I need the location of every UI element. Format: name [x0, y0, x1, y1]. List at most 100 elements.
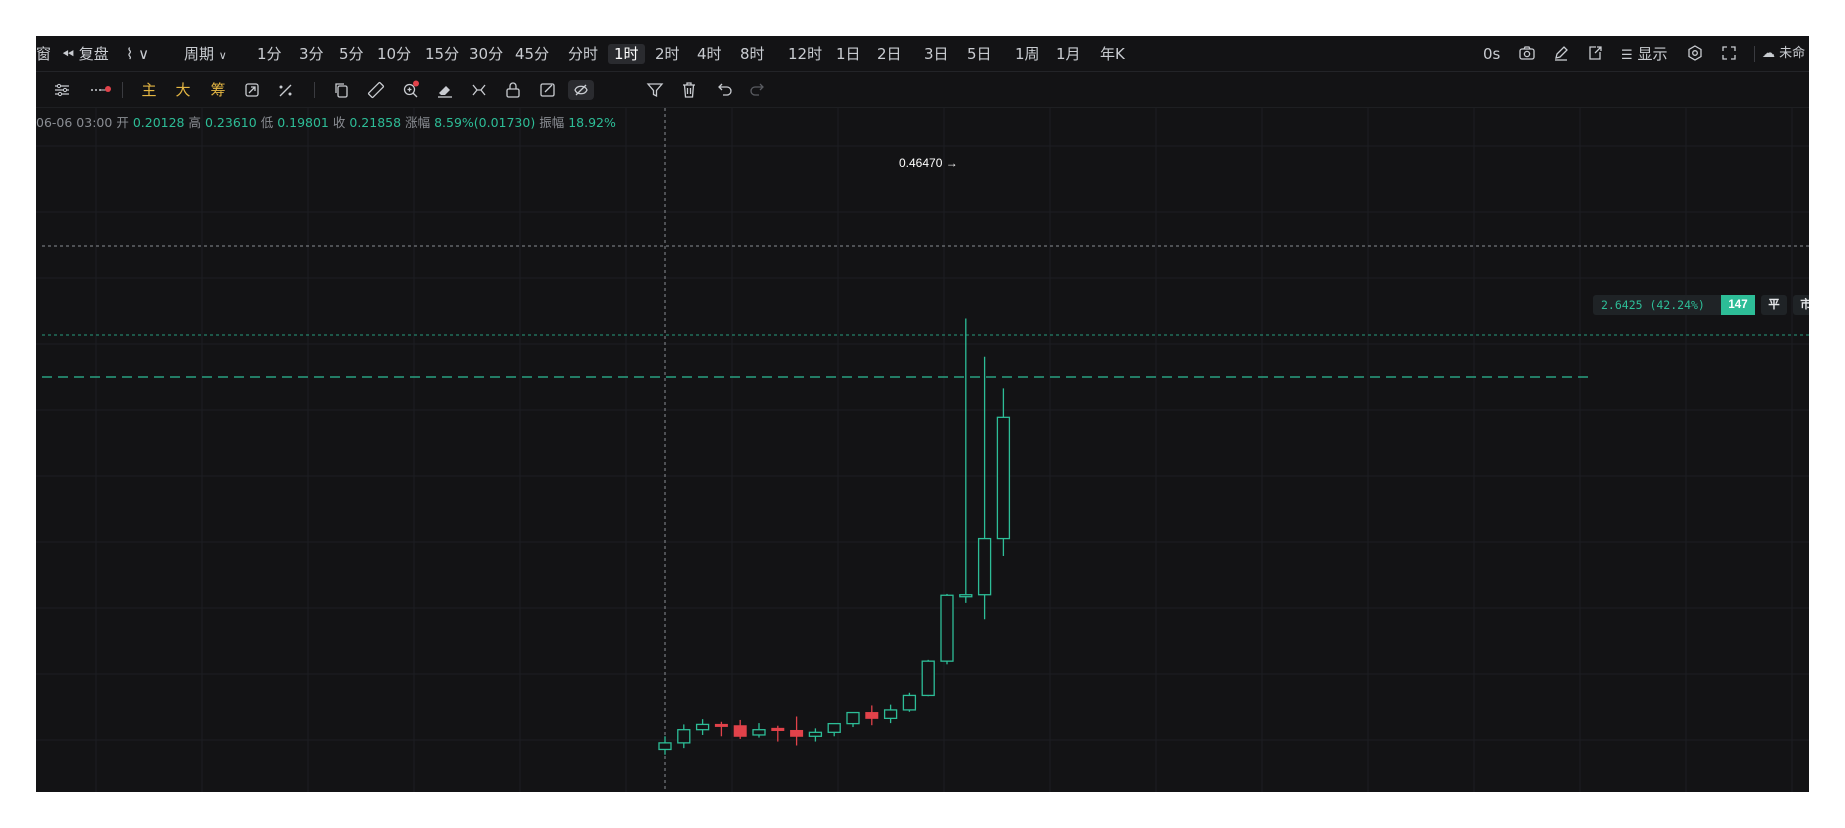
indicator-template-button[interactable]: ⌇ ∨ — [126, 44, 149, 64]
interval-tab[interactable]: 1分 — [257, 44, 282, 64]
interval-tab[interactable]: 2日 — [877, 44, 902, 64]
close-position-button[interactable]: 平 — [1761, 295, 1787, 315]
candle-body — [827, 722, 841, 733]
top-toolbar: 窗 ⏪︎ 复盘 ⌇ ∨ 周期 ∨ 1分 3分 5分 10分 15分 30分 45分 分时 1时 2… — [36, 36, 1809, 72]
big-order-toggle[interactable]: 大 — [174, 80, 192, 100]
sliders-icon[interactable] — [52, 80, 72, 100]
low-value: 0.19801 — [277, 115, 329, 130]
chevron-down-icon: ∨ — [138, 45, 150, 63]
camera-icon[interactable] — [1518, 44, 1536, 67]
candle-body — [846, 711, 860, 725]
lock-icon[interactable] — [503, 80, 523, 100]
divider — [122, 82, 123, 98]
high-label: 高 — [188, 115, 202, 130]
close-value: 0.21858 — [349, 115, 402, 130]
compare-icon[interactable] — [242, 80, 262, 100]
amplitude-label: 振幅 — [539, 115, 565, 130]
interval-tab[interactable]: 12时 — [788, 44, 822, 64]
interval-tab[interactable]: 1时 — [608, 44, 645, 64]
candle-body — [921, 660, 935, 697]
interval-tab[interactable]: 30分 — [469, 44, 503, 64]
open-value: 0.20128 — [132, 115, 185, 130]
candle-body — [996, 416, 1011, 540]
display-menu-button[interactable]: ☰ 显示 — [1621, 44, 1667, 66]
candle-body — [977, 537, 992, 596]
interval-tab[interactable]: 10分 — [377, 44, 411, 64]
ruler-icon[interactable] — [366, 80, 386, 100]
redo-icon[interactable] — [748, 80, 768, 100]
high-value: 0.23610 — [205, 115, 257, 130]
layout-cloud-button[interactable]: ☁︎ 未命 — [1762, 44, 1805, 64]
eraser-icon[interactable] — [435, 80, 455, 100]
candle-body — [808, 731, 823, 737]
copy-icon[interactable] — [332, 80, 352, 100]
indicator-template-icon: ⌇ — [126, 45, 134, 63]
amplitude-value: 18.92% — [568, 115, 616, 130]
interval-tab[interactable]: 分时 — [568, 44, 598, 64]
undo-icon[interactable] — [714, 80, 734, 100]
edit-note-icon[interactable] — [538, 80, 558, 100]
market-close-button[interactable]: 市 — [1793, 295, 1809, 315]
replay-button[interactable]: ⏪︎ 复盘 — [62, 44, 109, 64]
chevron-down-icon: ∨ — [218, 49, 227, 62]
zoom-in-icon[interactable] — [401, 80, 421, 100]
ohlc-info: 06-06 03:00 开 0.20128 高 0.23610 低 0.1980… — [36, 112, 616, 130]
unnamed-layout-label: 未命 — [1779, 46, 1806, 61]
pencil-icon[interactable] — [1552, 44, 1570, 67]
filter-icon[interactable] — [645, 80, 665, 100]
candle-body — [883, 709, 898, 720]
candle-body — [959, 594, 973, 598]
export-icon[interactable] — [1586, 44, 1604, 67]
divider — [314, 82, 315, 98]
replay-label: 复盘 — [78, 45, 109, 63]
candle-body — [790, 729, 804, 737]
magnet-icon[interactable] — [469, 80, 489, 100]
trend-tool-icon[interactable] — [276, 80, 296, 100]
close-label: 收 — [332, 115, 346, 130]
main-indicator-toggle[interactable]: 主 — [140, 80, 158, 100]
candle-body — [658, 742, 672, 751]
interval-tab[interactable]: 3分 — [299, 44, 324, 64]
interval-tab[interactable]: 5日 — [967, 44, 992, 64]
interval-tab[interactable]: 45分 — [515, 44, 549, 64]
chart-app: 窗 ⏪︎ 复盘 ⌇ ∨ 周期 ∨ 1分 3分 5分 10分 15分 30分 45分 分时 1时 2… — [36, 36, 1809, 792]
interval-tab[interactable]: 1日 — [836, 44, 861, 64]
list-icon: ☰ — [1621, 48, 1633, 63]
display-label: 显示 — [1637, 45, 1668, 63]
interval-tab[interactable]: 5分 — [339, 44, 364, 64]
change-value: 8.59%(0.01730) — [434, 115, 536, 130]
low-label: 低 — [260, 115, 274, 130]
candle-body — [902, 694, 917, 711]
interval-tab[interactable]: 15分 — [425, 44, 459, 64]
cloud-icon: ☁︎ — [1762, 46, 1775, 61]
interval-tab[interactable]: 8时 — [740, 44, 765, 64]
open-label: 开 — [116, 115, 129, 130]
candle-body — [865, 712, 879, 719]
candle-body — [752, 729, 766, 736]
candle-body — [695, 723, 710, 731]
settings-icon[interactable] — [1686, 44, 1704, 67]
candle-body — [940, 594, 954, 662]
candle-body — [771, 727, 785, 731]
fullscreen-icon[interactable] — [1720, 44, 1738, 67]
countdown: 0s — [1483, 45, 1501, 63]
interval-tab[interactable]: 年K — [1100, 44, 1125, 64]
chip-distribution-toggle[interactable]: 筹 — [209, 80, 227, 100]
candle-body — [714, 723, 728, 727]
more-tools-icon[interactable] — [88, 80, 114, 100]
interval-tab[interactable]: 2时 — [655, 44, 680, 64]
drawing-toolbar: 主 大 筹 — [36, 72, 1809, 108]
interval-tab[interactable]: 1月 — [1056, 44, 1081, 64]
hide-drawings-icon[interactable] — [568, 80, 594, 100]
divider — [1754, 46, 1755, 62]
interval-tab[interactable]: 4时 — [697, 44, 722, 64]
interval-tab[interactable]: 3日 — [924, 44, 949, 64]
trash-icon[interactable] — [679, 80, 699, 100]
candle-body — [677, 729, 691, 744]
high-price-marker: 0.46470 → — [899, 156, 958, 170]
window-button[interactable]: 窗 — [36, 44, 51, 64]
interval-tab[interactable]: 1周 — [1015, 44, 1040, 64]
candle-body — [733, 725, 747, 737]
period-dropdown[interactable]: 周期 ∨ — [184, 44, 227, 66]
candlestick-chart[interactable] — [36, 108, 1809, 792]
